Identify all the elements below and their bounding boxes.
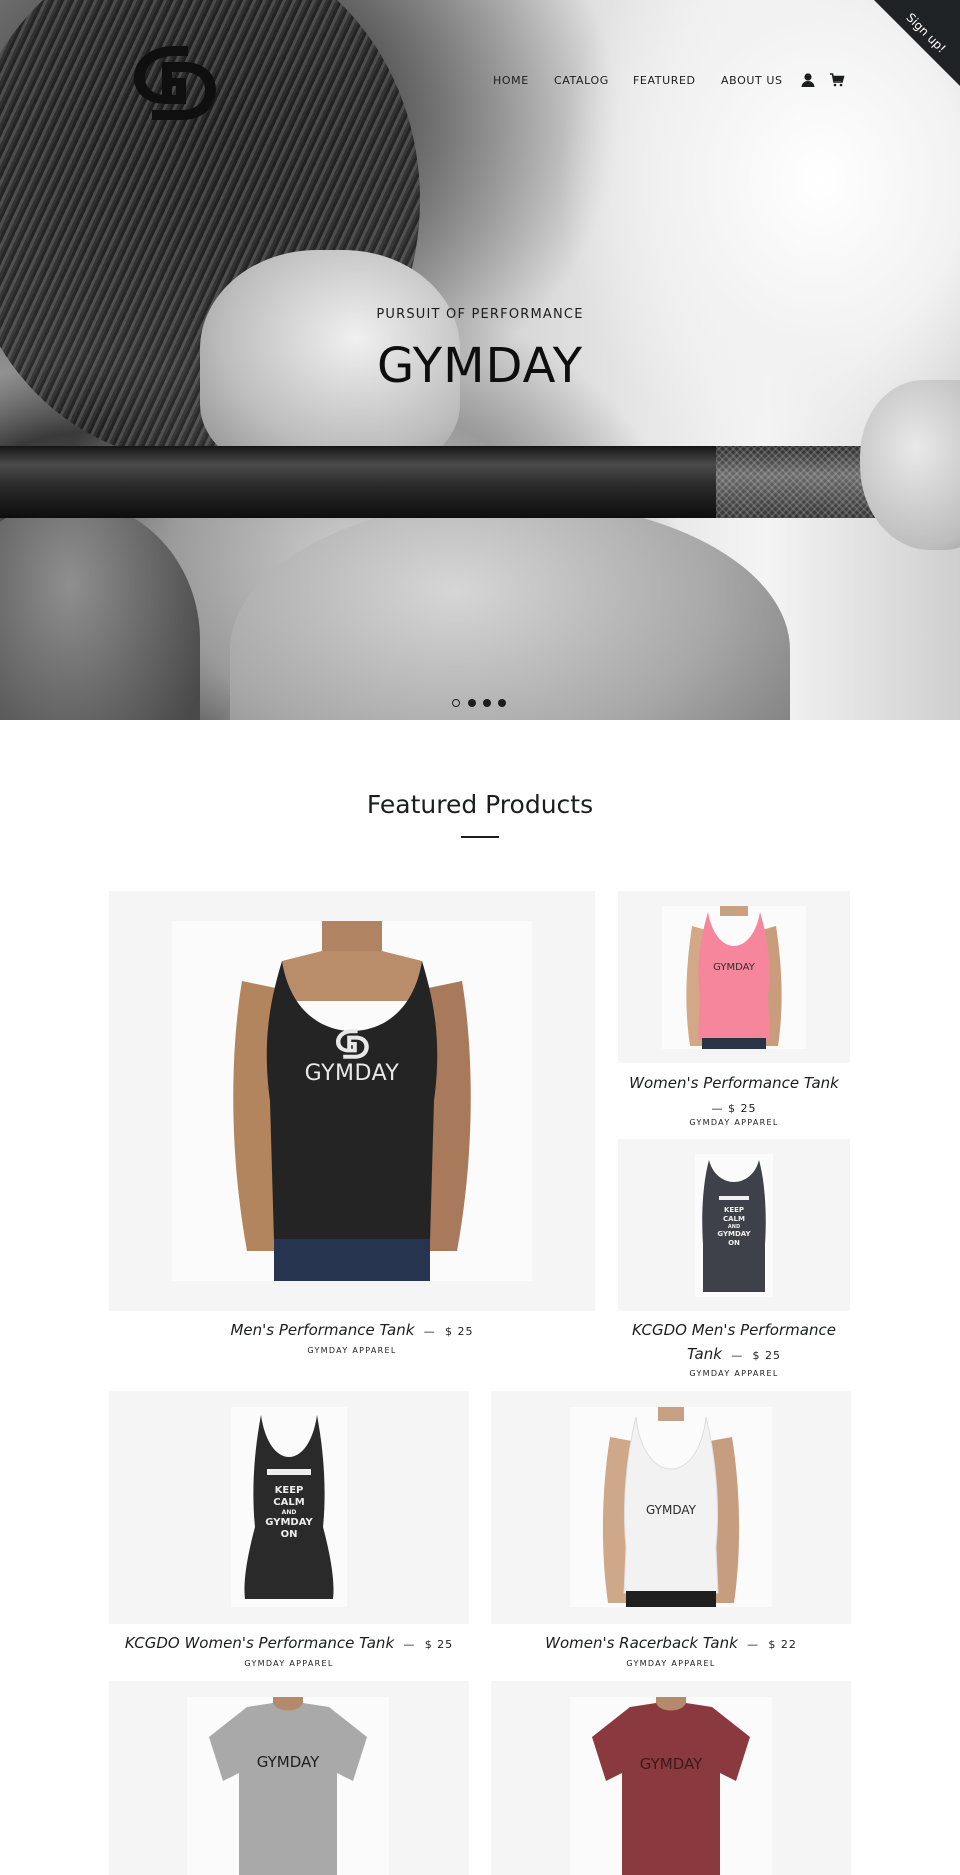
shirt-print-text: GYMDAY — [639, 1755, 703, 1773]
slide-dot-1[interactable] — [452, 699, 460, 707]
shirt-print-text: GYMDAY — [256, 1753, 320, 1771]
featured-products-title: Featured Products — [366, 790, 594, 819]
product-card-mens-performance-tank[interactable]: GYMDAY — [109, 891, 595, 1311]
product-image: KEEP CALM AND GYMDAY ON — [231, 1407, 347, 1607]
print-line: ON — [280, 1529, 298, 1540]
shirt-print-text: KEEP CALM AND GYMDAY ON — [709, 1206, 759, 1248]
print-line: CALM — [723, 1215, 745, 1223]
signup-corner-triangle — [874, 0, 960, 86]
product-price: $ 25 — [445, 1325, 474, 1338]
product-card-kcgdo-womens-tank[interactable]: KEEP CALM AND GYMDAY ON — [109, 1391, 469, 1624]
product-price-line: — $ 25 — [618, 1098, 850, 1116]
price-dash: — — [711, 1102, 728, 1115]
product-image: KEEP CALM AND GYMDAY ON — [695, 1154, 773, 1297]
nav-about-us[interactable]: ABOUT US — [721, 74, 783, 87]
print-line: KEEP — [723, 1206, 745, 1214]
product-title[interactable]: KCGDO Women's Performance Tank — [125, 1634, 394, 1652]
section-divider — [461, 836, 499, 838]
hero-shoulder — [230, 500, 790, 720]
hero-hand — [860, 380, 960, 550]
product-image: GYMDAY — [570, 1697, 772, 1875]
product-image: GYMDAY — [187, 1697, 389, 1875]
print-line: KEEP — [274, 1485, 304, 1496]
shirt-print-text: KEEP CALM AND GYMDAY ON — [255, 1485, 323, 1541]
hero-shoulder-left — [0, 500, 200, 720]
product-vendor: GYMDAY APPAREL — [689, 1118, 779, 1127]
product-card-grey-tee[interactable]: GYMDAY — [109, 1681, 469, 1875]
product-title-line: Men's Performance Tank — $ 25 — [109, 1321, 595, 1339]
shirt-print-text: GYMDAY — [304, 1061, 400, 1086]
product-vendor: GYMDAY APPAREL — [689, 1369, 779, 1378]
product-vendor: GYMDAY APPAREL — [244, 1659, 334, 1668]
print-line: GYMDAY — [265, 1517, 313, 1528]
hero-title: GYMDAY — [376, 338, 584, 394]
signup-corner-button[interactable]: Sign up! — [874, 0, 960, 86]
product-title-line: Women's Racerback Tank — $ 22 — [491, 1634, 851, 1652]
product-card-maroon-tee[interactable]: GYMDAY — [491, 1681, 851, 1875]
print-line: GYMDAY — [717, 1230, 751, 1238]
product-card-womens-racerback-tank[interactable]: GYMDAY — [491, 1391, 851, 1624]
product-card-kcgdo-mens-tank[interactable]: KEEP CALM AND GYMDAY ON — [618, 1139, 850, 1311]
main-nav: HOME CATALOG FEATURED ABOUT US — [0, 72, 960, 94]
product-title[interactable]: Women's Performance Tank — [618, 1074, 850, 1092]
nav-home[interactable]: HOME — [493, 74, 529, 87]
product-card-womens-performance-tank[interactable]: GYMDAY — [618, 891, 850, 1063]
product-title[interactable]: Men's Performance Tank — [230, 1321, 414, 1339]
product-image: GYMDAY — [172, 921, 532, 1281]
price-dash: — — [419, 1325, 441, 1338]
product-price: $ 25 — [424, 1638, 454, 1651]
hero-slideshow: HOME CATALOG FEATURED ABOUT US Sign up! … — [0, 0, 960, 720]
product-title[interactable]: Women's Racerback Tank — [545, 1634, 738, 1652]
product-price: $ 25 — [728, 1102, 757, 1115]
product-title-line2: Tank — $ 25 — [618, 1345, 850, 1363]
product-title-continued[interactable]: Tank — [687, 1345, 722, 1363]
product-vendor: GYMDAY APPAREL — [307, 1346, 397, 1355]
shirt-print-text: GYMDAY — [645, 1503, 697, 1517]
price-dash: — — [726, 1349, 748, 1362]
grey-tee-photo — [187, 1697, 389, 1875]
product-price: $ 22 — [768, 1638, 797, 1651]
slide-dot-4[interactable] — [498, 699, 506, 707]
account-icon[interactable] — [800, 72, 816, 92]
product-title[interactable]: KCGDO Men's Performance — [618, 1321, 850, 1339]
hero-subtitle: PURSUIT OF PERFORMANCE — [376, 307, 584, 322]
slide-dot-3[interactable] — [483, 699, 491, 707]
nav-featured[interactable]: FEATURED — [633, 74, 696, 87]
product-vendor: GYMDAY APPAREL — [626, 1659, 716, 1668]
slide-dot-2[interactable] — [468, 699, 476, 707]
print-line: CALM — [273, 1497, 305, 1508]
price-dash: — — [742, 1638, 764, 1651]
maroon-tee-photo — [570, 1697, 772, 1875]
product-price: $ 25 — [752, 1349, 782, 1362]
print-line: ON — [728, 1239, 740, 1247]
pink-tank-photo — [662, 906, 806, 1049]
product-image: GYMDAY — [570, 1407, 772, 1607]
product-image: GYMDAY — [662, 906, 806, 1049]
nav-catalog[interactable]: CATALOG — [554, 74, 609, 87]
mens-tank-photo — [172, 921, 532, 1281]
product-title-line: KCGDO Women's Performance Tank — $ 25 — [109, 1634, 469, 1652]
shirt-logo-icon — [336, 1029, 369, 1059]
slideshow-dots — [452, 699, 512, 709]
print-line: AND — [281, 1509, 297, 1516]
price-dash: — — [398, 1638, 420, 1651]
cart-icon[interactable] — [829, 72, 845, 92]
shirt-print-text: GYMDAY — [713, 962, 755, 973]
